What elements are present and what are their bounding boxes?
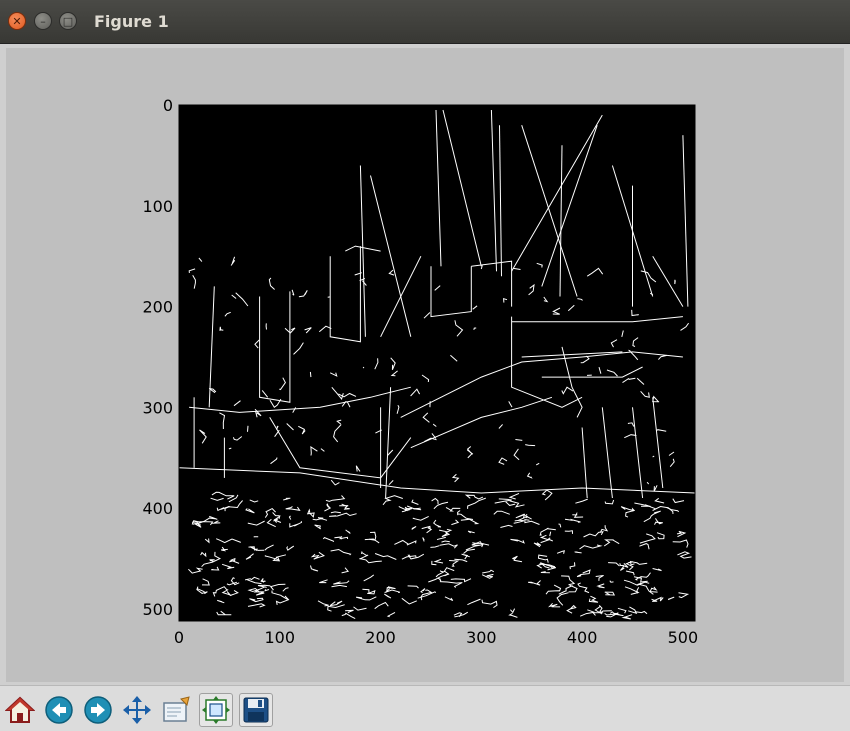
x-tick-label: 200 xyxy=(365,628,396,647)
y-tick-label: 200 xyxy=(142,298,173,317)
x-tick-label: 300 xyxy=(466,628,497,647)
minimize-icon: – xyxy=(40,14,46,28)
y-tick-label: 0 xyxy=(163,96,173,115)
zoom-button[interactable] xyxy=(159,693,193,727)
y-tick-label: 300 xyxy=(142,398,173,417)
y-tick-label: 400 xyxy=(142,499,173,518)
pan-arrows-icon xyxy=(123,696,151,724)
forward-button[interactable] xyxy=(81,693,115,727)
window-title: Figure 1 xyxy=(94,12,169,31)
figure-canvas[interactable]: 0 100 200 300 400 500 0 100 200 300 400 500 xyxy=(6,48,844,682)
maximize-icon: □ xyxy=(62,14,74,28)
edge-segment xyxy=(309,371,312,378)
zoom-rect-icon xyxy=(163,696,190,722)
back-button[interactable] xyxy=(42,693,76,727)
back-arrow-icon xyxy=(45,696,73,724)
pan-button[interactable] xyxy=(120,693,154,727)
x-tick-label: 400 xyxy=(567,628,598,647)
forward-arrow-icon xyxy=(84,696,112,724)
subplots-config-icon xyxy=(202,696,230,724)
x-tick-label: 100 xyxy=(265,628,296,647)
minimize-button[interactable]: – xyxy=(34,12,52,30)
home-button[interactable] xyxy=(3,693,37,727)
subplots-button[interactable] xyxy=(199,693,233,727)
edge-image xyxy=(179,105,695,621)
edge-segment xyxy=(362,366,365,369)
plot-axes[interactable]: 0 100 200 300 400 5000100200300400500 xyxy=(6,48,844,682)
home-icon xyxy=(5,696,35,723)
y-tick-label: 500 xyxy=(142,600,173,619)
edge-segment xyxy=(247,425,249,432)
close-icon: ✕ xyxy=(12,14,22,28)
y-tick-label: 100 xyxy=(142,197,173,216)
figure-window: ✕ – □ Figure 1 0 100 200 300 400 500 0 100 200 30… xyxy=(0,0,850,731)
title-bar[interactable]: ✕ – □ Figure 1 xyxy=(0,0,850,44)
maximize-button[interactable]: □ xyxy=(59,12,77,30)
edge-segment xyxy=(674,279,676,285)
floppy-disk-icon xyxy=(243,697,269,723)
x-tick-label: 500 xyxy=(668,628,699,647)
x-tick-label: 0 xyxy=(174,628,184,647)
close-button[interactable]: ✕ xyxy=(8,12,26,30)
navigation-toolbar xyxy=(0,685,850,731)
save-button[interactable] xyxy=(239,693,273,727)
